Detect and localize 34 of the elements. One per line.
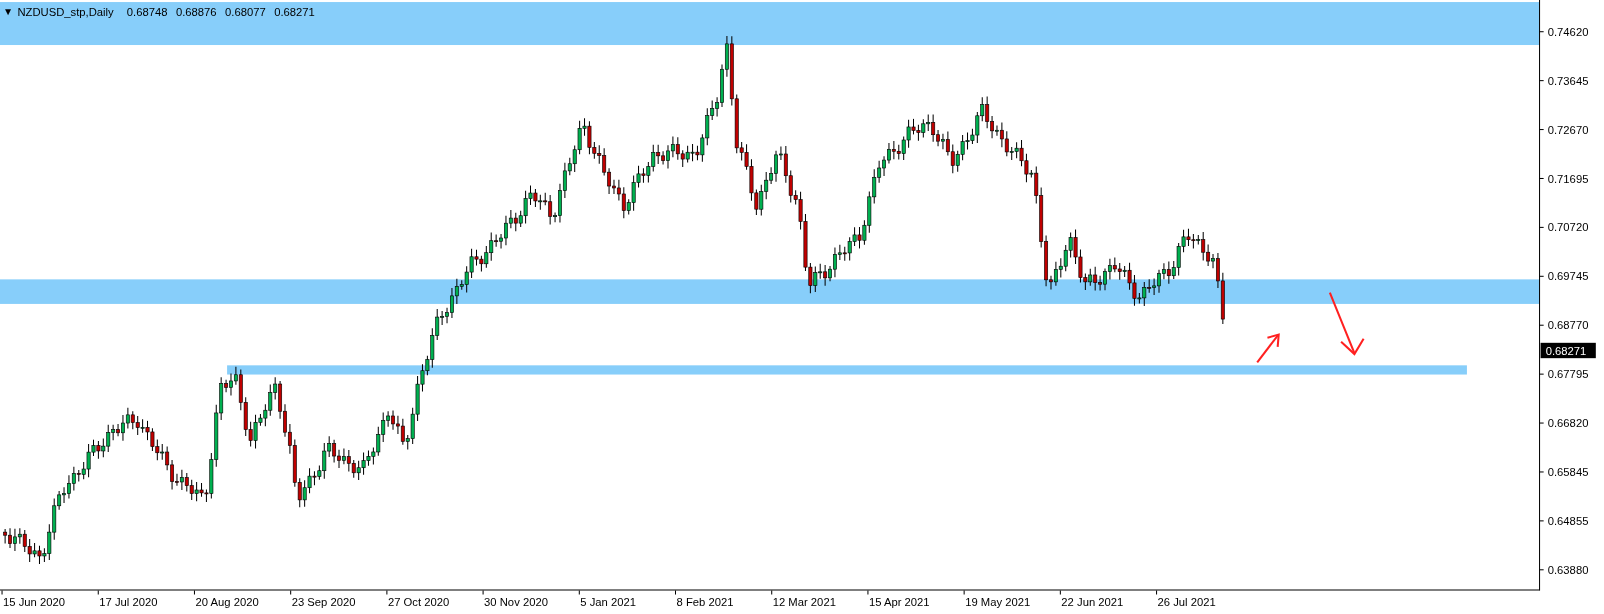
price-axis-label: 0.65845 — [1547, 466, 1589, 479]
price-axis-label: 0.69745 — [1547, 270, 1589, 283]
price-axis-label: 0.68770 — [1547, 319, 1589, 332]
price-axis-label: 0.63880 — [1547, 563, 1589, 576]
date-axis-label: 17 Jul 2020 — [99, 595, 158, 608]
date-axis-label: 27 Oct 2020 — [387, 595, 450, 608]
date-axis-label: 8 Feb 2021 — [676, 595, 734, 608]
price-axis-label: 0.71695 — [1547, 172, 1589, 185]
price-axis-label: 0.73645 — [1547, 74, 1589, 87]
price-axis-label: 0.66820 — [1547, 417, 1589, 430]
date-axis-label: 23 Sep 2020 — [291, 595, 356, 608]
current-price-tag: 0.68271 — [1540, 342, 1596, 359]
date-axis-label: 15 Apr 2021 — [868, 595, 930, 608]
date-axis-label: 15 Jun 2020 — [3, 595, 65, 608]
price-axis-label: 0.67795 — [1547, 368, 1589, 381]
date-axis-label: 26 Jul 2021 — [1157, 595, 1216, 608]
ohlc-value: 0.68876 — [175, 6, 217, 19]
date-axis-label: 12 Mar 2021 — [772, 595, 836, 608]
ohlc-value: 0.68748 — [126, 6, 168, 19]
arrow — [1256, 333, 1280, 363]
date-axis-label: 5 Jan 2021 — [580, 595, 636, 608]
price-axis-label: 0.64855 — [1547, 514, 1589, 527]
price-axis-label: 0.70720 — [1547, 221, 1589, 234]
collapse-marker[interactable]: ▼ — [3, 6, 14, 18]
ohlc-value: 0.68271 — [274, 6, 315, 19]
chart-title: NZDUSD_stp,Daily — [17, 6, 114, 19]
date-axis-label: 19 May 2021 — [965, 595, 1031, 608]
price-axis-label: 0.74620 — [1547, 25, 1589, 38]
date-axis-label: 30 Nov 2020 — [484, 595, 548, 608]
date-axis-label: 20 Aug 2020 — [195, 595, 259, 608]
ohlc-value: 0.68077 — [225, 6, 266, 19]
arrow — [1328, 292, 1365, 356]
date-axis-label: 22 Jun 2021 — [1061, 595, 1124, 608]
price-axis-label: 0.72670 — [1547, 123, 1589, 136]
